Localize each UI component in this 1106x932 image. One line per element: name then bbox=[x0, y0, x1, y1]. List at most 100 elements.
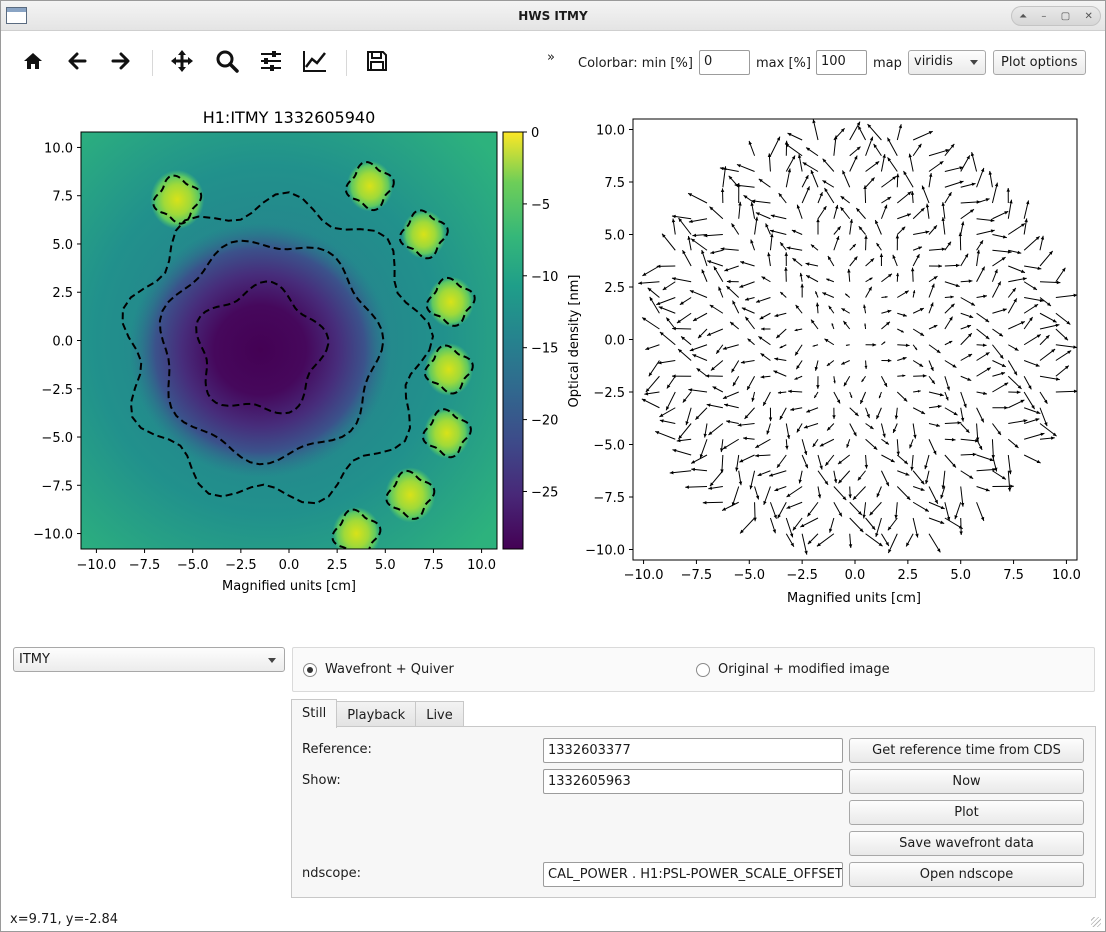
y-tick-label: 7.5 bbox=[604, 176, 625, 191]
y-tick-label: 0.0 bbox=[604, 334, 625, 349]
y-tick-label: 7.5 bbox=[52, 190, 73, 205]
zoom-icon[interactable] bbox=[212, 46, 242, 76]
reference-label: Reference: bbox=[302, 742, 372, 757]
configure-subplots-icon[interactable] bbox=[256, 46, 286, 76]
radio-label: Original + modified image bbox=[718, 662, 890, 677]
x-tick-label: 5.0 bbox=[375, 558, 396, 573]
forward-icon[interactable] bbox=[106, 46, 136, 76]
detector-select[interactable]: ITMY bbox=[13, 647, 285, 672]
y-tick-label: 10.0 bbox=[44, 141, 73, 156]
y-tick-label: −5.0 bbox=[41, 431, 73, 446]
y-tick-label: −5.0 bbox=[593, 439, 625, 454]
colorbar-tick-label: 0 bbox=[531, 126, 539, 141]
ndscope-input[interactable]: CAL_POWER . H1:PSL-POWER_SCALE_OFFSET bbox=[543, 862, 843, 887]
x-tick-label: 10.0 bbox=[1052, 568, 1081, 583]
x-tick-label: 7.5 bbox=[1003, 568, 1024, 583]
colorbar-tick-label: −20 bbox=[531, 414, 558, 429]
radio-wavefront-quiver[interactable]: Wavefront + Quiver bbox=[303, 662, 454, 677]
main-window: HWS ITMY ⏶ – ▢ ✕ » Colorbar: min [%] 0 m… bbox=[0, 0, 1106, 932]
heatmap-x-axis-label: Magnified units [cm] bbox=[222, 579, 356, 594]
y-tick-label: 5.0 bbox=[52, 238, 73, 253]
back-icon[interactable] bbox=[62, 46, 92, 76]
y-tick-label: 2.5 bbox=[604, 281, 625, 296]
tab-live[interactable]: Live bbox=[415, 701, 464, 726]
toolbar-overflow-icon[interactable]: » bbox=[547, 50, 555, 65]
colorbar-max-label: max [%] bbox=[756, 56, 811, 71]
colorbar-tick-label: −5 bbox=[531, 198, 550, 213]
radio-dot-selected[interactable] bbox=[303, 662, 317, 677]
minimize-icon[interactable]: – bbox=[1041, 11, 1046, 22]
reference-input[interactable]: 1332603377 bbox=[543, 738, 843, 763]
cursor-coordinates: x=9.71, y=-2.84 bbox=[10, 912, 119, 927]
x-tick-label: −5.0 bbox=[177, 558, 209, 573]
heatmap-peak bbox=[150, 169, 205, 230]
y-tick-label: −10.0 bbox=[33, 528, 73, 543]
wavefront-heatmap: H1:ITMY 1332605940 −10.0 −7.5 −5.0 −2.5 0.0 2… bbox=[33, 108, 498, 594]
display-mode-group: Wavefront + Quiver Original + modified i… bbox=[292, 647, 1095, 692]
chevron-down-icon bbox=[268, 658, 276, 663]
x-tick-label: 5.0 bbox=[950, 568, 971, 583]
y-tick-label: 0.0 bbox=[52, 335, 73, 350]
edit-axis-icon[interactable] bbox=[300, 46, 330, 76]
get-reference-time-button[interactable]: Get reference time from CDS bbox=[849, 738, 1084, 763]
maximize-icon[interactable]: ▢ bbox=[1061, 11, 1070, 22]
radio-label: Wavefront + Quiver bbox=[325, 662, 454, 677]
quiver-plot: −10.0 −7.5 −5.0 −2.5 0.0 2.5 5.0 7.5 10.0 10.0 7.… bbox=[585, 118, 1081, 606]
colorbar-max-input[interactable]: 100 bbox=[816, 50, 867, 75]
x-tick-label: −2.5 bbox=[225, 558, 257, 573]
x-tick-label: 10.0 bbox=[467, 558, 496, 573]
plot-toolbar: » Colorbar: min [%] 0 max [%] 100 map vi… bbox=[1, 32, 1105, 92]
close-icon[interactable]: ✕ bbox=[1084, 11, 1092, 22]
toolbar-separator bbox=[346, 50, 347, 76]
save-wavefront-data-button[interactable]: Save wavefront data bbox=[849, 831, 1084, 856]
show-label: Show: bbox=[302, 773, 341, 788]
now-button[interactable]: Now bbox=[849, 769, 1084, 794]
y-tick-label: 10.0 bbox=[596, 124, 625, 139]
still-tab-panel: Reference: 1332603377 Get reference time… bbox=[291, 726, 1096, 898]
y-tick-label: −7.5 bbox=[593, 491, 625, 506]
heatmap-title: H1:ITMY 1332605940 bbox=[203, 108, 376, 127]
chevron-down-icon bbox=[970, 60, 978, 65]
heatmap-peak bbox=[424, 342, 473, 396]
pan-icon[interactable] bbox=[167, 46, 197, 76]
x-tick-label: −2.5 bbox=[786, 568, 818, 583]
figure-canvas: H1:ITMY 1332605940 −10.0 −7.5 −5.0 −2.5 0.0 2… bbox=[33, 108, 1081, 606]
heatmap-peak bbox=[346, 160, 393, 212]
save-icon[interactable] bbox=[362, 46, 392, 76]
up-icon[interactable]: ⏶ bbox=[1019, 11, 1027, 22]
open-ndscope-button[interactable]: Open ndscope bbox=[849, 862, 1084, 887]
ndscope-label: ndscope: bbox=[302, 866, 361, 881]
tab-still[interactable]: Still bbox=[291, 699, 338, 728]
window-title: HWS ITMY bbox=[518, 9, 588, 23]
y-tick-label: 5.0 bbox=[604, 229, 625, 244]
colorbar-min-input[interactable]: 0 bbox=[699, 50, 750, 75]
home-icon[interactable] bbox=[18, 46, 48, 76]
x-tick-label: 2.5 bbox=[327, 558, 348, 573]
x-tick-label: −10.0 bbox=[76, 558, 116, 573]
heatmap-peak bbox=[401, 209, 446, 259]
title-bar: HWS ITMY ⏶ – ▢ ✕ bbox=[1, 1, 1105, 31]
toolbar-separator bbox=[152, 50, 153, 76]
y-tick-label: 2.5 bbox=[52, 286, 73, 301]
x-tick-label: 0.0 bbox=[845, 568, 866, 583]
x-tick-label: −5.0 bbox=[733, 568, 765, 583]
colormap-select[interactable]: viridis bbox=[908, 50, 986, 75]
tab-playback[interactable]: Playback bbox=[336, 701, 417, 726]
resize-grip-icon[interactable] bbox=[1091, 917, 1101, 927]
colorbar-min-label: Colorbar: min [%] bbox=[578, 56, 693, 71]
x-tick-label: −7.5 bbox=[129, 558, 161, 573]
colormap-value: viridis bbox=[914, 54, 953, 69]
show-input[interactable]: 1332605963 bbox=[543, 769, 843, 794]
x-tick-label: 2.5 bbox=[898, 568, 919, 583]
x-tick-label: −10.0 bbox=[624, 568, 664, 583]
plot-button[interactable]: Plot bbox=[849, 800, 1084, 825]
plot-options-button[interactable]: Plot options bbox=[993, 50, 1086, 75]
quiver-x-axis-label: Magnified units [cm] bbox=[787, 591, 921, 606]
y-tick-label: −2.5 bbox=[593, 386, 625, 401]
radio-dot[interactable] bbox=[696, 662, 710, 677]
radio-original-modified[interactable]: Original + modified image bbox=[696, 662, 890, 677]
window-controls: ⏶ – ▢ ✕ bbox=[1011, 6, 1101, 26]
heatmap-peak bbox=[423, 407, 471, 459]
colorbar-tick-label: −15 bbox=[531, 342, 558, 357]
colorbar-tick-label: −25 bbox=[531, 485, 558, 500]
